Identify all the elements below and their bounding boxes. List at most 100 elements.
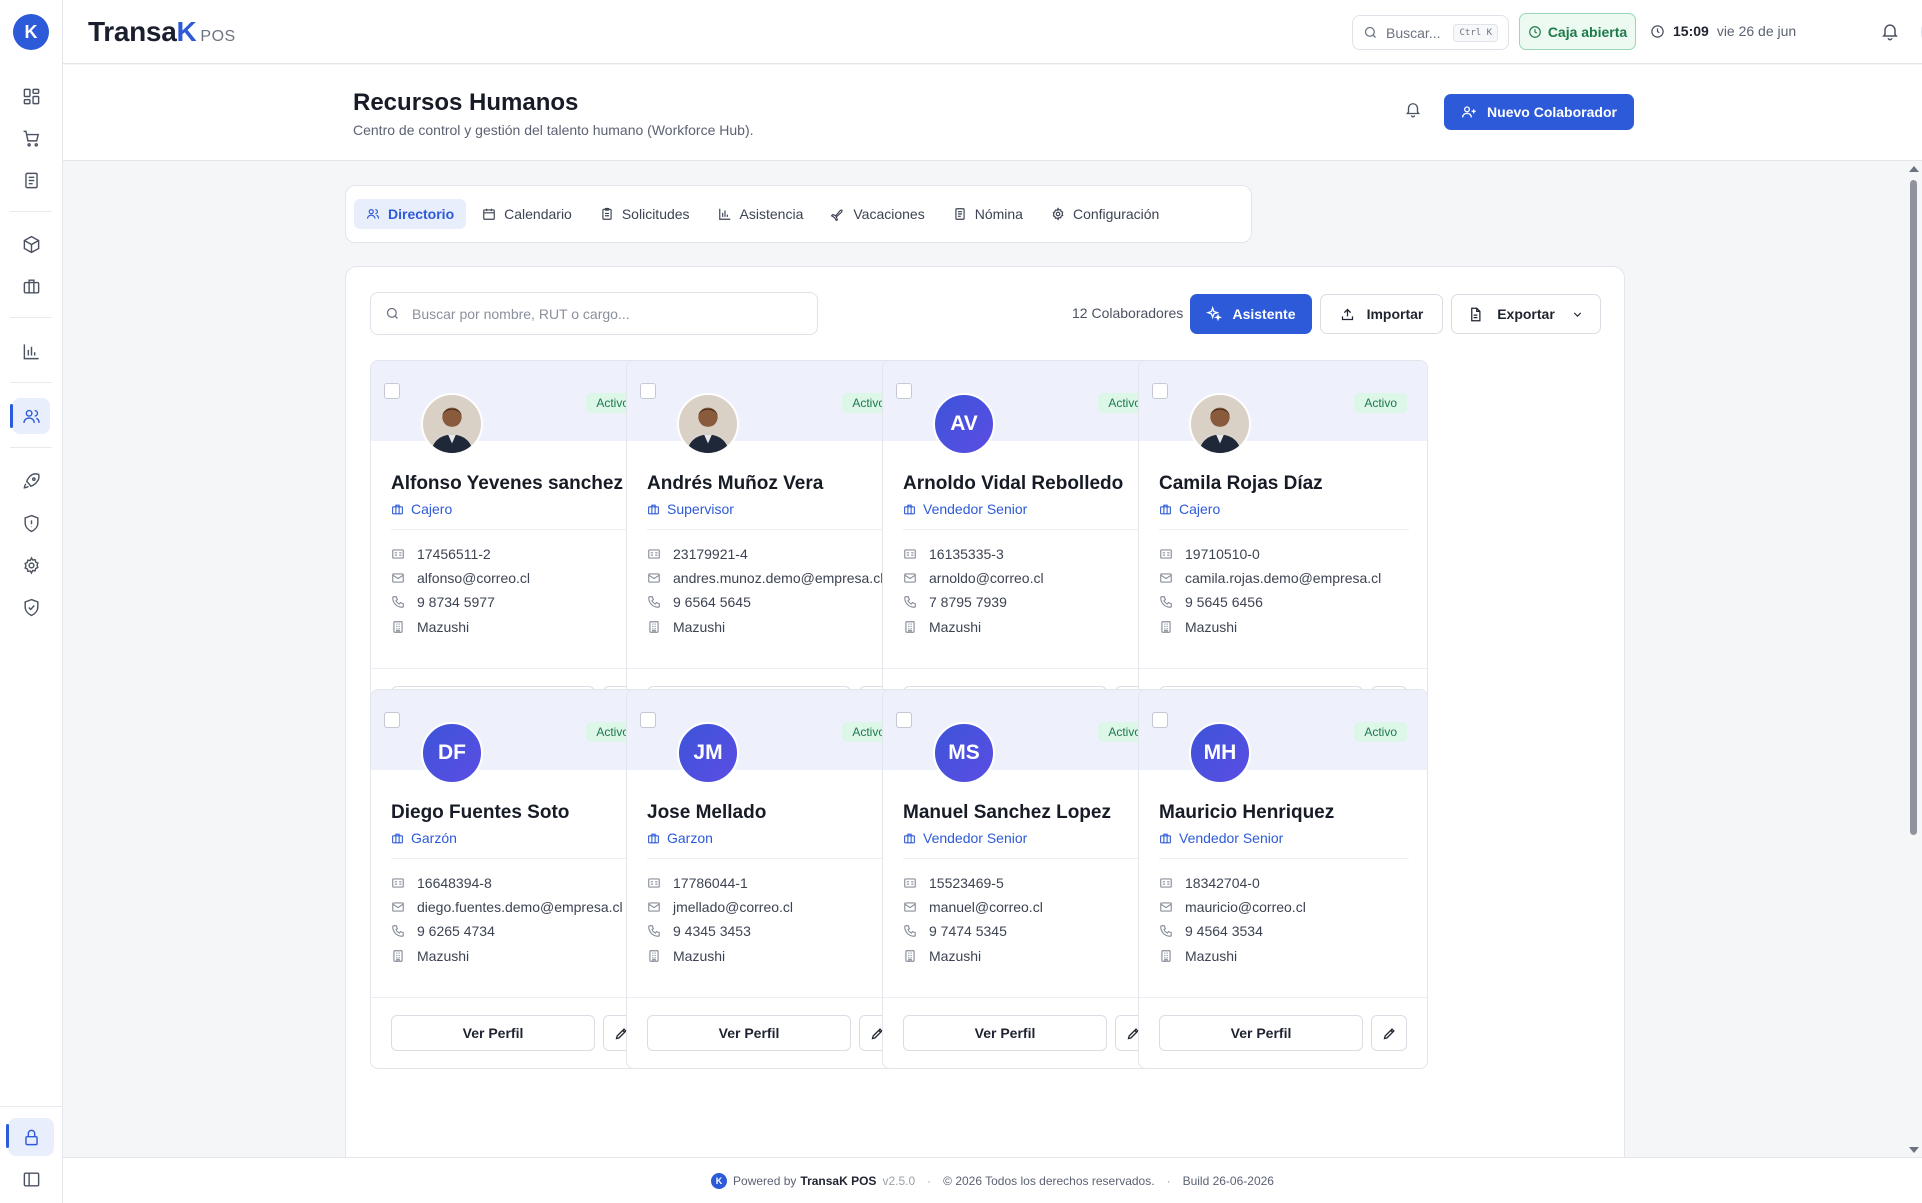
divider — [391, 529, 641, 530]
notifications-bell-icon[interactable] — [1404, 100, 1422, 118]
dashboard-icon[interactable] — [12, 78, 50, 114]
bar-chart-icon[interactable] — [12, 333, 50, 369]
box-icon[interactable] — [12, 226, 50, 262]
brand-logo[interactable]: TransaK POS — [88, 16, 236, 48]
tab-solicitudes[interactable]: Solicitudes — [588, 199, 702, 229]
lock-icon[interactable] — [6, 1118, 54, 1156]
chevron-down-icon — [1573, 311, 1581, 317]
users-icon[interactable] — [10, 398, 50, 434]
employee-branch-value: Mazushi — [929, 948, 982, 964]
employee-card[interactable]: Activo Andrés Muñoz Vera Supervisor 2317992… — [626, 360, 916, 740]
employee-role: Supervisor — [647, 501, 734, 517]
employee-card[interactable]: Activo Alfonso Yevenes sanchez Cajero 17456… — [370, 360, 660, 740]
employee-email: mauricio@correo.cl — [1159, 899, 1306, 915]
app-logo[interactable]: K — [13, 14, 49, 50]
briefcase-icon — [904, 833, 915, 843]
tab-vacaciones[interactable]: Vacaciones — [819, 199, 936, 229]
employee-email-value: alfonso@correo.cl — [417, 570, 531, 586]
employee-rut: 15523469-5 — [903, 875, 1004, 891]
tab-label: Vacaciones — [853, 206, 925, 222]
select-checkbox[interactable] — [384, 383, 400, 399]
id-card-icon — [648, 549, 660, 559]
users-icon — [366, 209, 380, 219]
sidebar-toggle-icon[interactable] — [12, 1161, 50, 1197]
employee-phone-value: 9 4564 3534 — [1185, 923, 1263, 939]
view-profile-button[interactable]: Ver Perfil — [903, 1015, 1107, 1051]
building-icon — [393, 950, 403, 962]
briefcase-icon — [648, 833, 659, 843]
search-icon — [386, 307, 398, 319]
employee-card[interactable]: Activo MH Mauricio Henriquez Vendedor Senio… — [1138, 689, 1428, 1069]
employee-name: Andrés Muñoz Vera — [647, 473, 824, 494]
bell-icon[interactable] — [1880, 21, 1900, 41]
gear-icon[interactable] — [12, 547, 50, 583]
role-label: Garzon — [667, 830, 713, 846]
shield-check-icon[interactable] — [12, 589, 50, 625]
employee-branch: Mazushi — [391, 948, 469, 964]
select-checkbox[interactable] — [640, 383, 656, 399]
employee-rut-value: 19710510-0 — [1185, 546, 1260, 562]
caja-status-button[interactable]: Caja abierta — [1519, 13, 1636, 50]
employee-rut-value: 16648394-8 — [417, 875, 492, 891]
assistant-button[interactable]: Asistente — [1190, 294, 1312, 334]
role-label: Vendedor Senior — [923, 501, 1028, 517]
select-checkbox[interactable] — [1152, 712, 1168, 728]
new-collaborator-button[interactable]: Nuevo Colaborador — [1444, 94, 1634, 130]
employee-rut-value: 16135335-3 — [929, 546, 1004, 562]
select-checkbox[interactable] — [896, 383, 912, 399]
collaborators-count: 12 Colaboradores — [1072, 305, 1184, 321]
select-checkbox[interactable] — [640, 712, 656, 728]
select-checkbox[interactable] — [1152, 383, 1168, 399]
id-card-icon — [904, 549, 916, 559]
employee-rut: 17456511-2 — [391, 546, 491, 562]
employee-phone-value: 9 4345 3453 — [673, 923, 751, 939]
building-icon — [393, 621, 403, 633]
employee-card[interactable]: Activo DF Diego Fuentes Soto Garzón 16648394… — [370, 689, 660, 1069]
directory-search-input[interactable]: Buscar por nombre, RUT o cargo... — [370, 292, 818, 335]
page-scrollbar[interactable] — [1906, 162, 1920, 1157]
tab-label: Calendario — [504, 206, 572, 222]
view-profile-button[interactable]: Ver Perfil — [1159, 1015, 1363, 1051]
scroll-down-arrow[interactable] — [1909, 1147, 1919, 1153]
employee-card[interactable]: Activo MS Manuel Sanchez Lopez Vendedor Sen… — [882, 689, 1172, 1069]
rocket-icon[interactable] — [12, 463, 50, 499]
employee-email: diego.fuentes.demo@empresa.cl — [391, 899, 623, 915]
tab-directorio[interactable]: Directorio — [354, 199, 467, 229]
role-label: Vendedor Senior — [923, 830, 1028, 846]
view-profile-button[interactable]: Ver Perfil — [391, 1015, 595, 1051]
footer-version: v2.5.0 — [882, 1173, 916, 1188]
scroll-thumb[interactable] — [1910, 180, 1917, 835]
import-button[interactable]: Importar — [1320, 294, 1443, 334]
sidebar: K — [0, 0, 63, 1203]
tab-configuracion[interactable]: Configuración — [1039, 199, 1171, 229]
select-checkbox[interactable] — [896, 712, 912, 728]
avatar: DF — [421, 722, 483, 784]
employee-card[interactable]: Activo JM Jose Mellado Garzon 17786044-1 jmel… — [626, 689, 916, 1069]
select-checkbox[interactable] — [384, 712, 400, 728]
briefcase-icon[interactable] — [12, 268, 50, 304]
plane-icon — [831, 209, 844, 221]
edit-button[interactable] — [1371, 1015, 1407, 1051]
tab-label: Configuración — [1072, 206, 1160, 222]
gear-icon — [1052, 207, 1064, 221]
phone-icon — [904, 596, 916, 608]
document-icon[interactable] — [12, 162, 50, 198]
person-photo-icon — [423, 395, 481, 453]
view-profile-button[interactable]: Ver Perfil — [647, 1015, 851, 1051]
tab-nomina[interactable]: Nómina — [941, 199, 1035, 229]
employee-role: Vendedor Senior — [903, 501, 1027, 517]
footer-powered-by: Powered by — [733, 1173, 797, 1188]
employee-rut-value: 17456511-2 — [417, 546, 491, 562]
employee-phone-value: 9 6265 4734 — [417, 923, 495, 939]
global-search-button[interactable]: Buscar... Ctrl K — [1352, 15, 1509, 50]
tab-asistencia[interactable]: Asistencia — [706, 199, 816, 229]
export-dropdown-button[interactable]: Exportar — [1451, 294, 1601, 334]
employee-card[interactable]: Activo Camila Rojas Díaz Cajero 19710510-0 c… — [1138, 360, 1428, 740]
employee-card[interactable]: Activo AV Arnoldo Vidal Rebolledo Vendedor … — [882, 360, 1172, 740]
scroll-up-arrow[interactable] — [1909, 166, 1919, 172]
divider — [883, 997, 1171, 998]
cart-icon[interactable] — [12, 120, 50, 156]
shield-alert-icon[interactable] — [12, 505, 50, 541]
mail-icon — [392, 573, 404, 583]
tab-calendario[interactable]: Calendario — [470, 199, 584, 229]
